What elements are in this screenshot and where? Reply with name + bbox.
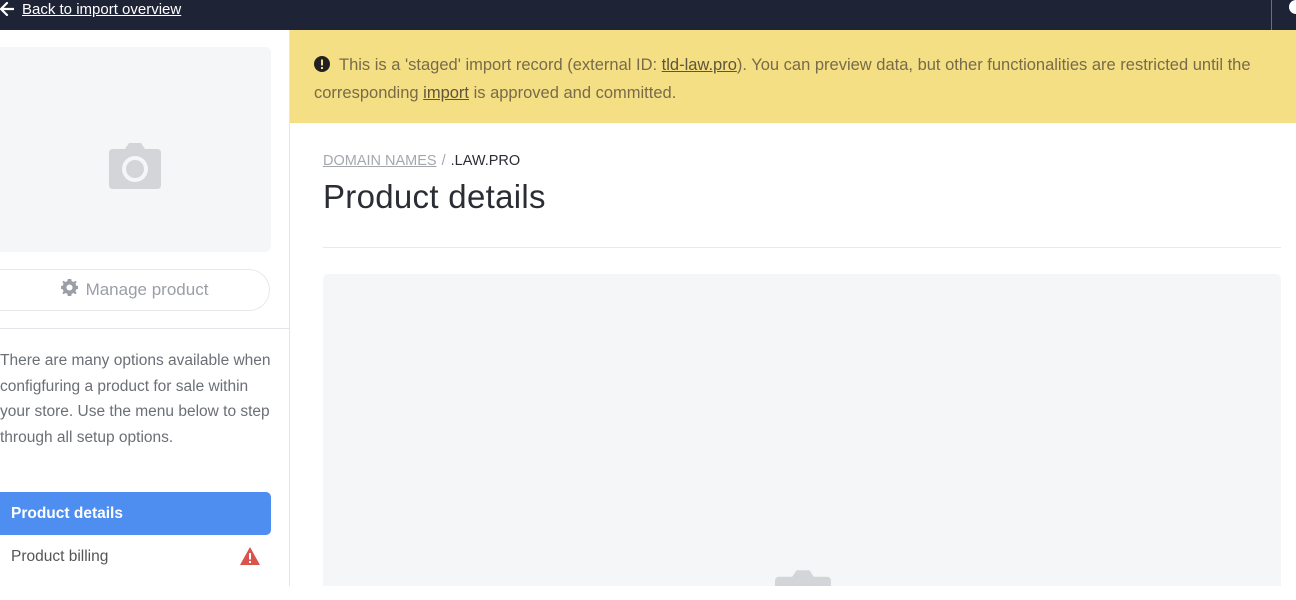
notice-text-part-1: This is a 'staged' import record (extern… [339, 56, 662, 74]
sidebar-item-label: Product details [11, 504, 123, 522]
top-bar: Back to import overview [0, 0, 1296, 30]
warning-triangle-icon [240, 547, 260, 570]
external-id-link[interactable]: tld-law.pro [662, 56, 737, 74]
sidebar-item-label: Product billing [11, 547, 109, 565]
breadcrumb-separator: / [441, 153, 446, 169]
product-media-placeholder [323, 274, 1281, 586]
manage-product-button[interactable]: Manage product [0, 269, 270, 311]
sidebar-divider [0, 328, 289, 329]
gear-icon [60, 279, 78, 301]
back-to-import-link[interactable]: Back to import overview [0, 0, 181, 18]
camera-icon [775, 570, 831, 586]
sidebar: Manage product There are many options av… [0, 30, 290, 586]
bottom-edge [0, 586, 1296, 600]
avatar[interactable] [1289, 0, 1296, 14]
sidebar-item-product-billing[interactable]: Product billing [0, 535, 271, 578]
breadcrumb: DOMAIN NAMES / .LAW.PRO [323, 153, 520, 169]
notice-text: This is a 'staged' import record (extern… [314, 52, 1274, 106]
title-divider [323, 247, 1281, 248]
arrow-left-icon [0, 2, 14, 16]
breadcrumb-domain-names[interactable]: DOMAIN NAMES [323, 153, 437, 169]
manage-product-label: Manage product [85, 280, 209, 299]
staged-import-notice: This is a 'staged' import record (extern… [290, 30, 1296, 123]
exclamation-circle-icon [314, 54, 330, 80]
back-link-label: Back to import overview [22, 0, 182, 18]
notice-text-part-3: is approved and committed. [469, 84, 677, 102]
import-link[interactable]: import [423, 84, 469, 102]
breadcrumb-current: .LAW.PRO [450, 153, 521, 169]
product-image-placeholder[interactable] [0, 47, 271, 252]
sidebar-item-product-details[interactable]: Product details [0, 492, 271, 535]
camera-icon [109, 143, 161, 194]
page-title: Product details [323, 178, 546, 215]
sidebar-description: There are many options available when co… [0, 352, 271, 447]
topbar-divider [1271, 0, 1272, 30]
